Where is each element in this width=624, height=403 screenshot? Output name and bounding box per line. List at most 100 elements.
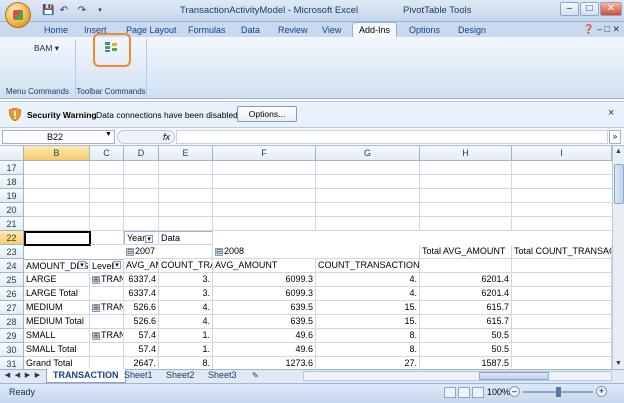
pivot-cell-b[interactable]: SMALL bbox=[24, 329, 90, 343]
pivot-cell-b[interactable]: LARGE bbox=[24, 273, 90, 287]
pivot-cell-f[interactable]: 639.5 bbox=[213, 301, 316, 315]
close-icon[interactable]: × bbox=[608, 107, 618, 119]
scroll-down-icon[interactable]: ▼ bbox=[613, 358, 624, 369]
tab-home[interactable]: Home bbox=[38, 23, 74, 37]
vertical-scrollbar[interactable]: ▲ ▼ bbox=[612, 146, 624, 369]
pivot-cell-g[interactable]: 8. bbox=[316, 329, 420, 343]
close-button[interactable]: ✕ bbox=[600, 2, 622, 16]
row-header[interactable]: 31 bbox=[0, 357, 24, 369]
pivot-cell-b[interactable]: MEDIUM Total bbox=[24, 315, 90, 329]
zoom-level[interactable]: 100% bbox=[487, 387, 510, 397]
expand-icon[interactable]: ⊟ bbox=[126, 247, 134, 256]
expand-icon[interactable]: ⊞ bbox=[92, 275, 100, 284]
pivot-year-2007[interactable]: ⊟ 2007 bbox=[124, 245, 213, 259]
pivot-cell-e[interactable]: 3. bbox=[159, 287, 213, 301]
expand-icon[interactable]: ⊞ bbox=[92, 303, 100, 312]
pivot-cell-b[interactable]: MEDIUM bbox=[24, 301, 90, 315]
pivot-year-2008[interactable]: ⊟ 2008 bbox=[213, 245, 420, 259]
pivot-cell-b[interactable]: SMALL Total bbox=[24, 343, 90, 357]
pivot-cell-d[interactable]: 526.6 bbox=[124, 315, 159, 329]
pivot-cell-i[interactable] bbox=[512, 273, 612, 287]
pivot-cell-h[interactable]: 1587.5 bbox=[420, 357, 512, 369]
column-header-i[interactable]: I bbox=[512, 146, 612, 161]
pivot-cell-d[interactable]: 526.6 bbox=[124, 301, 159, 315]
sheet-tab-sheet1[interactable]: Sheet1 bbox=[118, 369, 159, 383]
pivot-cell-i[interactable] bbox=[512, 357, 612, 369]
pivot-cell-d[interactable]: 6337.4 bbox=[124, 273, 159, 287]
pivot-cell-f[interactable]: 49.6 bbox=[213, 343, 316, 357]
pivot-cell-g[interactable]: 27. bbox=[316, 357, 420, 369]
undo-icon[interactable]: ↶ bbox=[58, 5, 70, 17]
cell[interactable] bbox=[512, 259, 612, 273]
pivot-cell-g[interactable]: 4. bbox=[316, 287, 420, 301]
active-cell-b22[interactable] bbox=[24, 231, 91, 246]
redo-icon[interactable]: ↷ bbox=[76, 5, 88, 17]
minimize-button[interactable]: – bbox=[560, 2, 579, 16]
column-header-d[interactable]: D bbox=[124, 146, 159, 161]
row-header[interactable]: 17 bbox=[0, 161, 24, 175]
row-header[interactable]: 27 bbox=[0, 301, 24, 315]
pivot-cell-c[interactable]: ⊞TRANS bbox=[90, 329, 124, 343]
last-sheet-icon[interactable]: ▶ bbox=[33, 371, 42, 381]
tab-add-ins[interactable]: Add-Ins bbox=[352, 22, 398, 38]
column-header-b[interactable]: B bbox=[24, 146, 90, 161]
cell[interactable] bbox=[420, 259, 512, 273]
sheet-tab-sheet3[interactable]: Sheet3 bbox=[202, 369, 243, 383]
pivot-cell-b[interactable]: Grand Total bbox=[24, 357, 90, 369]
pivot-cell-i[interactable] bbox=[512, 343, 612, 357]
row-header[interactable]: 24 bbox=[0, 259, 24, 273]
pivot-cell-i[interactable] bbox=[512, 301, 612, 315]
chevron-down-icon[interactable]: ▾ bbox=[145, 234, 154, 243]
pivot-cell-i[interactable] bbox=[512, 287, 612, 301]
scroll-thumb[interactable] bbox=[614, 164, 624, 204]
expand-formula-bar-icon[interactable]: » bbox=[609, 130, 621, 144]
zoom-slider-thumb[interactable] bbox=[556, 387, 561, 397]
insert-function-icon[interactable]: fx bbox=[117, 130, 175, 144]
next-sheet-icon[interactable]: ▶ bbox=[23, 371, 32, 381]
tab-options[interactable]: Options bbox=[403, 23, 446, 37]
maximize-button[interactable]: □ bbox=[580, 2, 599, 16]
zoom-in-icon[interactable]: + bbox=[596, 386, 607, 397]
pivot-cell-h[interactable]: 6201.4 bbox=[420, 273, 512, 287]
pivot-cell-g[interactable]: 15. bbox=[316, 315, 420, 329]
pivot-cell-d[interactable]: 57.4 bbox=[124, 329, 159, 343]
row-header[interactable]: 30 bbox=[0, 343, 24, 357]
pivot-cell-h[interactable]: 50.5 bbox=[420, 329, 512, 343]
pivot-cell-e[interactable]: 4. bbox=[159, 301, 213, 315]
pivot-cell-i[interactable] bbox=[512, 315, 612, 329]
page-layout-view-icon[interactable] bbox=[458, 387, 470, 398]
insert-sheet-icon[interactable]: ✎ bbox=[246, 369, 265, 383]
pivot-cell-h[interactable]: 615.7 bbox=[420, 315, 512, 329]
chevron-down-icon[interactable]: ▾ bbox=[113, 261, 121, 269]
row-header[interactable]: 23 bbox=[0, 245, 24, 259]
worksheet-grid[interactable]: B C D E F G H I 17 18 19 20 21 22 23 24 … bbox=[0, 146, 612, 369]
column-header-f[interactable]: F bbox=[213, 146, 316, 161]
column-header-c[interactable]: C bbox=[90, 146, 124, 161]
tab-data[interactable]: Data bbox=[235, 23, 266, 37]
pivot-cell-e[interactable]: 3. bbox=[159, 273, 213, 287]
row-header[interactable]: 26 bbox=[0, 287, 24, 301]
horizontal-scrollbar[interactable] bbox=[303, 371, 612, 381]
pivot-cell-e[interactable]: 1. bbox=[159, 343, 213, 357]
pivot-cell-e[interactable]: 4. bbox=[159, 315, 213, 329]
pivot-cell-g[interactable]: 15. bbox=[316, 301, 420, 315]
pivot-cell-d[interactable]: 57.4 bbox=[124, 343, 159, 357]
pivot-cell-f[interactable]: 6099.3 bbox=[213, 287, 316, 301]
pivot-cell-c[interactable]: ⊞TRANS bbox=[90, 273, 124, 287]
pivot-cell-c[interactable] bbox=[90, 287, 124, 301]
scroll-up-icon[interactable]: ▲ bbox=[613, 146, 624, 157]
tab-view[interactable]: View bbox=[316, 23, 347, 37]
sheet-tab-transaction[interactable]: TRANSACTION bbox=[46, 369, 126, 383]
row-header[interactable]: 22 bbox=[0, 231, 24, 245]
expand-icon[interactable]: ⊞ bbox=[92, 331, 100, 340]
pivot-cell-c[interactable]: ⊞TRANS bbox=[90, 301, 124, 315]
security-options-button[interactable]: Options... bbox=[237, 106, 297, 122]
pivot-cell-h[interactable]: 50.5 bbox=[420, 343, 512, 357]
pivot-cell-e[interactable]: 1. bbox=[159, 329, 213, 343]
tab-design[interactable]: Design bbox=[452, 23, 492, 37]
name-box[interactable]: B22 bbox=[2, 130, 115, 144]
prev-sheet-icon[interactable]: ◀ bbox=[13, 371, 22, 381]
pivot-cell-b[interactable]: LARGE Total bbox=[24, 287, 90, 301]
expand-icon[interactable]: ⊟ bbox=[215, 247, 223, 256]
qat-dropdown-icon[interactable]: ▾ bbox=[94, 5, 106, 17]
